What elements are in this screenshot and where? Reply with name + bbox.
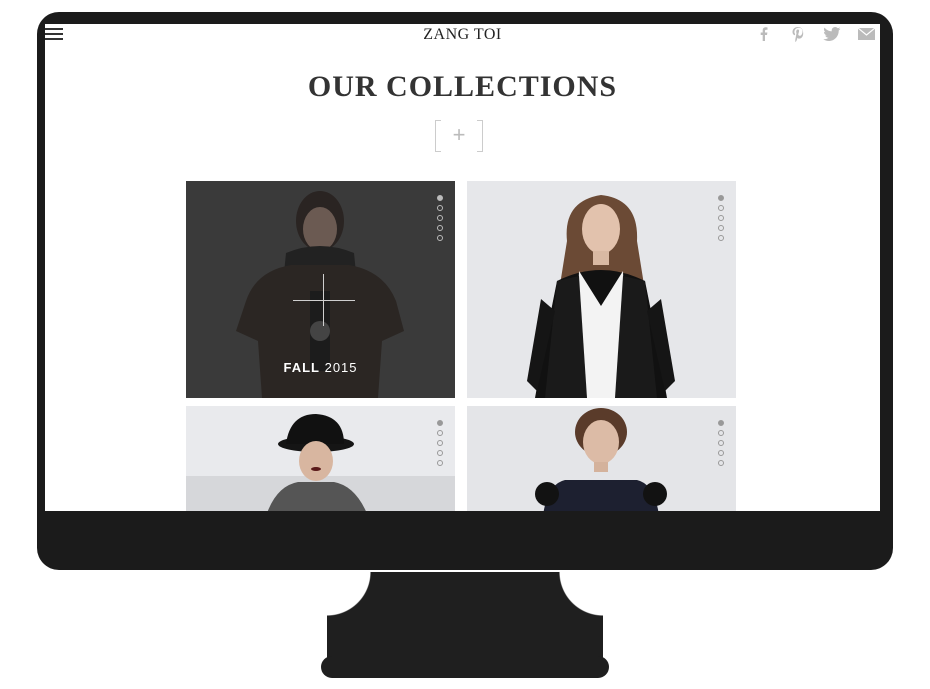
facebook-icon[interactable] (754, 26, 774, 42)
collection-tile-fall-2015[interactable]: FALL 2015 (186, 181, 455, 398)
model-photo (467, 406, 736, 511)
monitor-base (321, 656, 609, 678)
collection-label: FALL 2015 (283, 360, 358, 375)
slide-indicator[interactable] (437, 195, 443, 241)
plus-icon: + (452, 122, 466, 147)
social-links (754, 26, 876, 42)
page-title: OUR COLLECTIONS (307, 70, 618, 103)
website-screen: ZANG TOI OUR COLLECTIONS + FALL 2015 (45, 24, 880, 511)
model-photo (186, 406, 455, 511)
monitor-stand (327, 572, 603, 666)
model-photo (467, 181, 736, 398)
collection-tile-2[interactable] (467, 181, 736, 398)
crosshair-icon (293, 300, 355, 301)
slide-indicator[interactable] (437, 420, 443, 466)
slide-indicator[interactable] (718, 195, 724, 241)
collection-tile-3[interactable] (186, 406, 455, 511)
slide-indicator[interactable] (718, 420, 724, 466)
twitter-icon[interactable] (822, 26, 842, 42)
collection-tile-4[interactable] (467, 406, 736, 511)
mail-icon[interactable] (856, 26, 876, 42)
pinterest-icon[interactable] (788, 26, 808, 42)
expand-button[interactable]: + (435, 120, 483, 152)
